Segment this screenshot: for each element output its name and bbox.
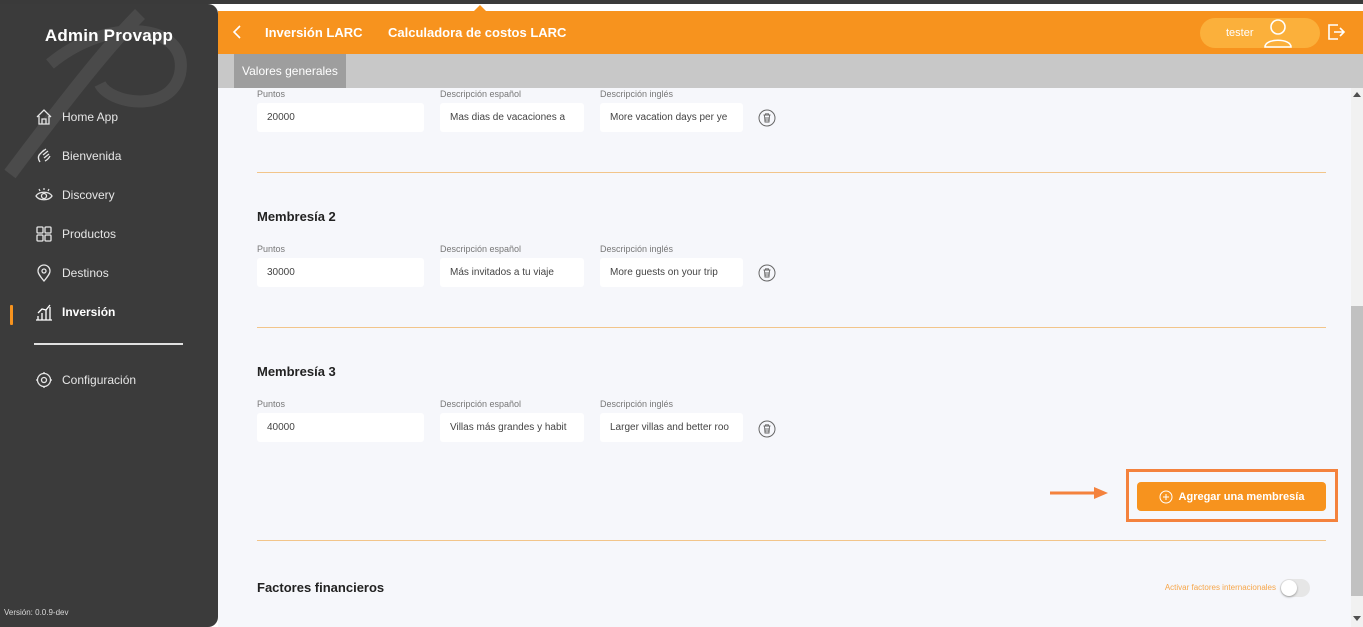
sidebar-item-productos[interactable]: Productos — [34, 223, 116, 245]
sidebar-item-destinos[interactable]: Destinos — [34, 262, 109, 284]
user-menu[interactable]: tester — [1200, 18, 1320, 48]
section-divider — [257, 327, 1326, 328]
active-indicator — [10, 305, 13, 325]
wave-hand-icon — [34, 146, 54, 166]
desc-es-label: Descripción español — [440, 244, 522, 254]
breadcrumb-inversion-larc[interactable]: Inversión LARC — [265, 25, 363, 40]
sidebar-item-configuracion[interactable]: Configuración — [34, 369, 136, 391]
main-content — [218, 88, 1351, 627]
desc-es-input[interactable]: Más invitados a tu viaje — [440, 258, 584, 287]
desc-es-label: Descripción español — [440, 399, 522, 409]
add-membership-button[interactable]: Agregar una membresía — [1137, 482, 1326, 511]
sidebar-item-label: Home App — [62, 110, 119, 124]
sidebar-item-label: Destinos — [62, 266, 109, 280]
page-title: Calculadora de costos LARC — [388, 25, 567, 40]
home-icon — [34, 107, 54, 127]
points-input[interactable]: 40000 — [257, 413, 424, 442]
brand-title: Admin Provapp — [44, 26, 174, 45]
desc-en-label: Descripción inglés — [600, 89, 674, 99]
header-notch — [474, 5, 486, 11]
plus-circle-icon — [1159, 490, 1173, 503]
sub-navigation: Valores generales — [218, 54, 1363, 88]
sidebar-item-label: Inversión — [62, 305, 116, 319]
desc-es-label: Descripción español — [440, 89, 522, 99]
desc-es-input[interactable]: Mas dias de vacaciones a — [440, 103, 584, 132]
points-input[interactable]: 30000 — [257, 258, 424, 287]
points-input[interactable]: 20000 — [257, 103, 424, 132]
chevron-left-icon[interactable] — [230, 22, 246, 42]
username: tester — [1226, 27, 1254, 39]
membership-3-title: Membresía 3 — [257, 364, 336, 379]
desc-en-input[interactable]: More guests on your trip — [600, 258, 743, 287]
sidebar-divider — [34, 343, 183, 345]
sidebar-item-label: Productos — [62, 227, 117, 241]
trash-icon[interactable] — [758, 264, 776, 282]
trash-icon[interactable] — [758, 420, 776, 438]
sidebar-item-discovery[interactable]: Discovery — [34, 184, 115, 206]
user-avatar-icon — [1264, 19, 1292, 48]
gear-icon — [34, 370, 54, 390]
tab-valores-generales[interactable]: Valores generales — [234, 54, 346, 88]
top-header: Inversión LARC Calculadora de costos LAR… — [218, 5, 1363, 54]
section-divider — [257, 540, 1326, 541]
financial-factors-title: Factores financieros — [257, 580, 385, 595]
version-label: Versión: 0.0.9-dev — [4, 608, 69, 617]
add-membership-label: Agregar una membresía — [1178, 490, 1305, 503]
sidebar: Admin Provapp Home App Bienvenida Discov… — [0, 4, 218, 627]
desc-en-input[interactable]: More vacation days per ye — [600, 103, 743, 132]
desc-en-label: Descripción inglés — [600, 244, 674, 254]
sidebar-item-home-app[interactable]: Home App — [34, 106, 118, 128]
scroll-up-icon[interactable] — [1353, 92, 1361, 97]
location-pin-icon — [34, 263, 54, 283]
points-label: Puntos — [257, 89, 286, 99]
sidebar-item-label: Bienvenida — [62, 149, 122, 163]
desc-en-label: Descripción inglés — [600, 399, 674, 409]
sidebar-item-label: Configuración — [62, 373, 137, 387]
scrollbar-thumb[interactable] — [1351, 306, 1363, 596]
membership-2-title: Membresía 2 — [257, 209, 336, 224]
sidebar-item-label: Discovery — [62, 188, 115, 202]
sidebar-item-inversion[interactable]: Inversión — [34, 301, 115, 323]
eye-icon — [34, 185, 54, 205]
points-label: Puntos — [257, 244, 286, 254]
desc-en-input[interactable]: Larger villas and better roo — [600, 413, 743, 442]
toggle-knob — [1281, 580, 1297, 596]
logout-icon[interactable] — [1326, 22, 1346, 42]
international-factors-label: Activar factores internacionales — [1164, 583, 1276, 592]
trash-icon[interactable] — [758, 109, 776, 127]
scroll-down-icon[interactable] — [1353, 616, 1361, 621]
bar-chart-icon — [34, 302, 54, 322]
desc-es-input[interactable]: Villas más grandes y habit — [440, 413, 584, 442]
annotation-arrow-icon — [1050, 487, 1108, 499]
international-factors-toggle[interactable] — [1280, 579, 1310, 597]
grid-icon — [34, 224, 54, 244]
sidebar-item-bienvenida[interactable]: Bienvenida — [34, 145, 121, 167]
points-label: Puntos — [257, 399, 286, 409]
section-divider — [257, 172, 1326, 173]
